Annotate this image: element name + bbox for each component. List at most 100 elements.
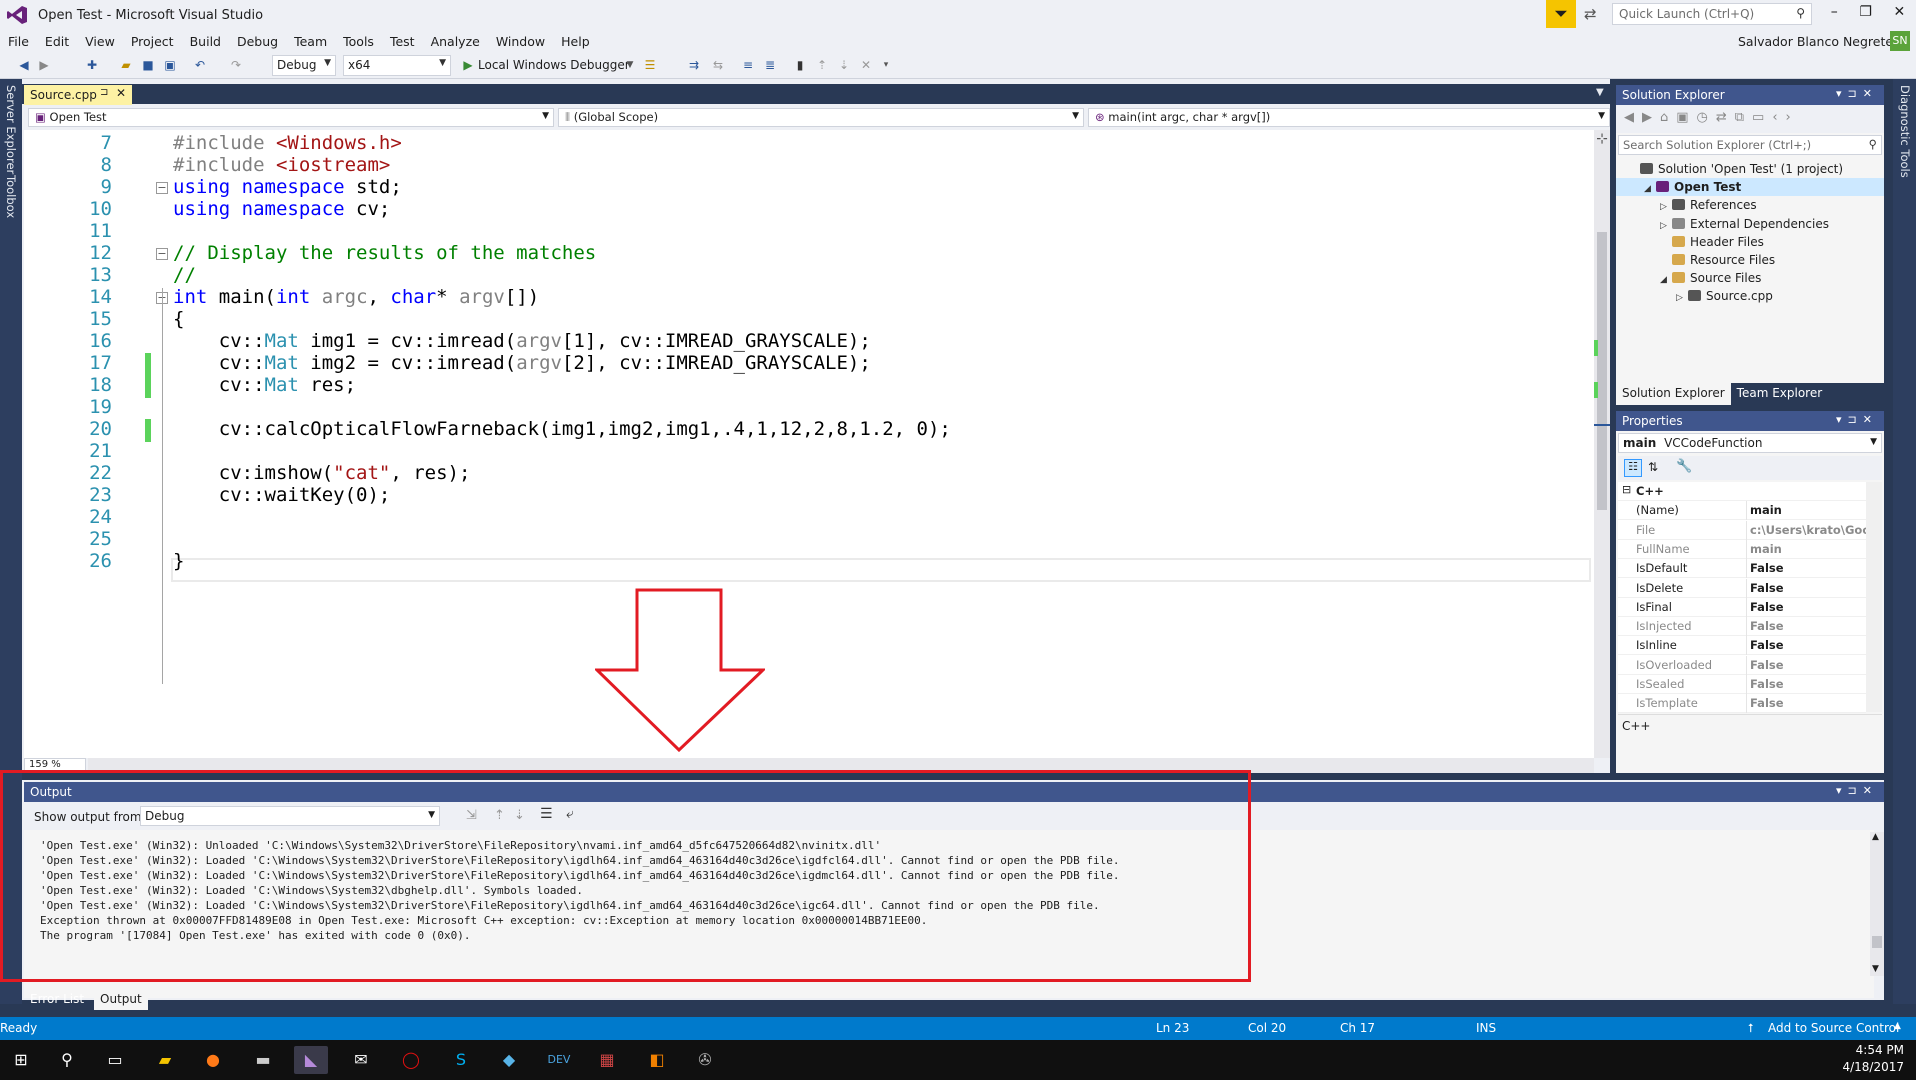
property-value[interactable]: c:\Users\krato\Goog [1750, 523, 1866, 537]
tab-error-list[interactable]: Error List [24, 990, 90, 1010]
chevron-up-icon[interactable]: ▲ [1894, 1021, 1901, 1031]
solution-tree-item[interactable]: Header Files [1660, 235, 1764, 249]
comment-icon[interactable]: ≡ [740, 57, 756, 73]
collapse-icon[interactable]: ⊟ [1622, 483, 1631, 496]
property-value[interactable]: False [1750, 619, 1866, 633]
start-debugger-button[interactable]: Local Windows Debugger [478, 58, 630, 72]
menu-tools[interactable]: Tools [335, 34, 382, 49]
category-row[interactable]: ⊟ C++ [1618, 482, 1866, 501]
solution-tree-item[interactable]: ◢ Source Files [1660, 271, 1761, 285]
menu-test[interactable]: Test [382, 34, 423, 49]
archive-icon[interactable]: ▦ [590, 1046, 624, 1074]
scroll-down-icon[interactable]: ▼ [1872, 964, 1879, 974]
prev-bookmark-icon[interactable]: ⇡ [814, 57, 830, 73]
property-row[interactable]: (Name) main [1618, 501, 1866, 521]
windows-start-icon[interactable]: ⊞ [4, 1046, 38, 1074]
property-row[interactable]: IsDelete False [1618, 578, 1866, 598]
solution-search-input[interactable]: Search Solution Explorer (Ctrl+;) ⚲ [1618, 135, 1882, 155]
tab-team-explorer[interactable]: Team Explorer [1731, 383, 1829, 405]
taskbar-clock[interactable]: 4:54 PM 4/18/2017 [1840, 1042, 1904, 1076]
panel-header-buttons[interactable]: ▾⊐✕ [1836, 87, 1878, 100]
clear-bookmarks-icon[interactable]: ✕ [858, 57, 874, 73]
menu-analyze[interactable]: Analyze [423, 34, 488, 49]
codeblocks-icon[interactable]: ◧ [640, 1046, 674, 1074]
find-icon[interactable]: ☰ [642, 57, 658, 73]
quick-launch-input[interactable]: Quick Launch (Ctrl+Q) ⚲ [1612, 3, 1812, 25]
pin-icon[interactable]: ⊐ [100, 87, 108, 98]
bookmark-icon[interactable]: ▮ [792, 57, 808, 73]
expand-arrow-icon[interactable]: ▷ [1676, 293, 1688, 303]
property-row[interactable]: IsDefault False [1618, 559, 1866, 579]
code-line[interactable]: } [173, 550, 184, 572]
property-value[interactable]: False [1750, 677, 1866, 691]
property-value[interactable]: main [1750, 503, 1866, 517]
expand-arrow-icon[interactable]: ▷ [1660, 202, 1672, 212]
expand-arrow-icon[interactable]: ▷ [1660, 221, 1672, 231]
output-scrollbar[interactable]: ▲ ▼ [1870, 832, 1884, 976]
collapse-icon[interactable]: − [156, 182, 168, 194]
mail-icon[interactable]: ✉ [344, 1046, 378, 1074]
redo-icon[interactable]: ↷ [228, 57, 244, 73]
solution-tree-item[interactable]: ◢ Open Test [1644, 180, 1741, 194]
expand-arrow-icon[interactable]: ◢ [1660, 275, 1672, 285]
new-project-icon[interactable]: ✚ [84, 57, 100, 73]
save-icon[interactable]: ■ [140, 57, 156, 73]
code-line[interactable]: int main(int argc, char* argv[]) [173, 286, 539, 308]
toolbar-overflow-icon[interactable]: ▾ [878, 57, 894, 73]
solution-platform-select[interactable]: x64 ▼ [343, 55, 451, 76]
console-icon[interactable]: ▬ [246, 1046, 280, 1074]
code-line[interactable]: { [173, 308, 184, 330]
property-row[interactable]: IsSealed False [1618, 675, 1866, 694]
back-icon[interactable]: ◀ [16, 57, 32, 73]
solution-configuration-select[interactable]: Debug ▼ [272, 55, 336, 76]
properties-object-select[interactable]: main VCCodeFunction ▼ [1618, 433, 1882, 453]
code-line[interactable]: // [173, 264, 196, 286]
member-nav-select[interactable]: ⊛ main(int argc, char * argv[]) ▼ [1088, 108, 1610, 127]
tab-solution-explorer[interactable]: Solution Explorer [1616, 383, 1731, 405]
code-line[interactable]: cv::waitKey(0); [173, 484, 391, 506]
menu-debug[interactable]: Debug [229, 34, 286, 49]
property-value[interactable]: False [1750, 638, 1866, 652]
solution-tree-item[interactable]: ▷ References [1660, 198, 1757, 212]
menu-help[interactable]: Help [553, 34, 598, 49]
avatar[interactable]: SN [1890, 31, 1910, 51]
search-icon[interactable]: ⚲ [50, 1046, 84, 1074]
tab-overflow-icon[interactable]: ▼ [1596, 87, 1604, 98]
tool-icon[interactable]: ✇ [688, 1046, 722, 1074]
file-explorer-icon[interactable]: ▰ [148, 1046, 182, 1074]
restore-button[interactable]: ❐ [1859, 4, 1872, 26]
code-line[interactable]: using namespace std; [173, 176, 402, 198]
close-window-button[interactable]: ✕ [1893, 4, 1905, 26]
code-line[interactable]: cv::Mat res; [173, 374, 356, 396]
property-value[interactable]: False [1750, 658, 1866, 672]
undo-icon[interactable]: ↶ [192, 57, 208, 73]
menu-team[interactable]: Team [286, 34, 335, 49]
next-bookmark-icon[interactable]: ⇣ [836, 57, 852, 73]
wrench-icon[interactable]: 🔧 [1676, 459, 1692, 474]
skype-icon[interactable]: S [444, 1046, 478, 1074]
property-row[interactable]: IsInline False [1618, 636, 1866, 656]
property-row[interactable]: IsInjected False [1618, 617, 1866, 637]
start-debugging-icon[interactable]: ▶ [460, 57, 476, 73]
property-row[interactable]: FullName main [1618, 539, 1866, 559]
panel-header-buttons[interactable]: ▾⊐✕ [1836, 784, 1878, 797]
tab-source-cpp[interactable]: Source.cpp ⊐ ✕ [24, 85, 132, 105]
task-view-icon[interactable]: ▭ [98, 1046, 132, 1074]
opera-icon[interactable]: ◯ [394, 1046, 428, 1074]
properties-scrollbar[interactable] [1866, 482, 1882, 712]
toolbox-tab[interactable]: Toolbox [4, 175, 18, 218]
uncomment-icon[interactable]: ≣ [762, 57, 778, 73]
debugger-dropdown-icon[interactable]: ▼ [622, 57, 638, 73]
menu-view[interactable]: View [77, 34, 123, 49]
menu-project[interactable]: Project [123, 34, 182, 49]
code-editor[interactable] [24, 130, 1594, 758]
visual-studio-icon[interactable]: ◣ [294, 1046, 328, 1074]
property-row[interactable]: IsOverloaded False [1618, 655, 1866, 675]
step-icon[interactable]: ⇉ [686, 57, 702, 73]
diagnostic-tools-tab[interactable]: Diagnostic Tools [1898, 85, 1912, 178]
code-line[interactable]: cv:imshow("cat", res); [173, 462, 471, 484]
menu-edit[interactable]: Edit [37, 34, 77, 49]
notes-icon[interactable]: ◆ [492, 1046, 526, 1074]
code-line[interactable]: // Display the results of the matches [173, 242, 596, 264]
solution-explorer-toolbar[interactable]: ◀▶⌂▣◷⇄⧉▭‹› [1616, 105, 1884, 133]
